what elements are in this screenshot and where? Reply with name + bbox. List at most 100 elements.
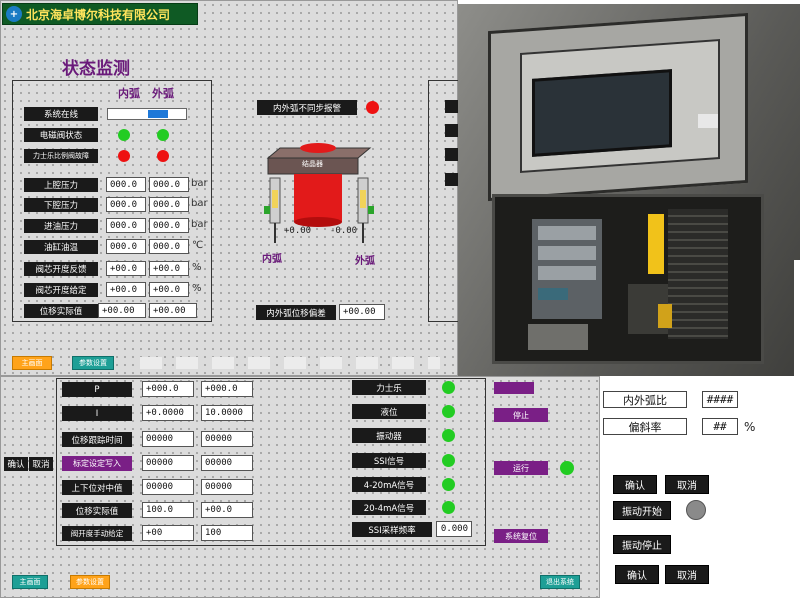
offset-label: 内外弧位移偏差 (256, 305, 336, 320)
ratio-label: 内外弧比 (603, 391, 687, 408)
hardware-photo (458, 4, 800, 376)
logo-icon: + (6, 6, 22, 22)
manual-valve-label: 阀开度手动给定 (62, 526, 132, 541)
signal-20-4-label: 20-4mA信号 (352, 500, 426, 515)
ssi-freq-value: 0.000 (436, 521, 472, 537)
footer-exit-button[interactable]: 退出系统 (540, 575, 580, 589)
main-screen-button[interactable]: 主画面 (12, 356, 52, 370)
vibration-start-button[interactable]: 振动开始 (613, 501, 671, 520)
valve-setpoint-outer: +00.0 (149, 282, 189, 297)
right-panel-frame (428, 80, 458, 322)
right-indicator-4 (445, 173, 458, 186)
oil-temp-inner: 000.0 (106, 239, 146, 254)
solenoid-outer-led (157, 129, 169, 141)
offset-value: +00.00 (339, 304, 385, 320)
valve-feedback-unit: % (192, 262, 202, 273)
mold-top-label: 结晶器 (302, 160, 323, 168)
signal-level-label: 液位 (352, 404, 426, 419)
footer-main-button[interactable]: 主画面 (12, 575, 48, 589)
signal-4-20-led (442, 478, 455, 491)
valve-fault-label: 力士乐比例阀故障 (24, 149, 98, 163)
signal-rexroth-label: 力士乐 (352, 380, 426, 395)
calibrate-value2[interactable]: 00000 (201, 455, 253, 471)
param-p-value2[interactable]: +000.0 (201, 381, 253, 397)
disp-actual-value1[interactable]: 100.0 (142, 502, 194, 518)
ratio-value[interactable]: #### (702, 391, 738, 408)
manual-valve-value2[interactable]: 100 (201, 525, 253, 541)
ssi-freq-label: SSI采样频率 (352, 522, 432, 537)
disp-actual-value2[interactable]: +00.0 (201, 502, 253, 518)
signal-ssi-led (442, 454, 455, 467)
valve-setpoint-label: 阀芯开度给定 (24, 283, 98, 297)
stop-button[interactable]: 停止 (494, 408, 548, 422)
footer-param-button[interactable]: 参数设置 (70, 575, 110, 589)
center-value-label: 上下位对中值 (62, 480, 132, 495)
displacement-outer: +00.00 (149, 303, 197, 318)
param-i-label: I (62, 406, 132, 421)
inlet-pressure-inner: 000.0 (106, 218, 146, 233)
param-confirm-button[interactable]: 确认 (4, 457, 28, 471)
lower-pressure-inner: 000.0 (106, 197, 146, 212)
upper-pressure-unit: bar (191, 178, 208, 189)
nav-placeholders (140, 357, 440, 369)
ratio-cancel2-button[interactable]: 取消 (665, 565, 709, 584)
sync-alarm-label: 内外弧不同步报警 (257, 100, 357, 115)
track-time-label: 位移跟踪时间 (62, 432, 132, 447)
valve-fault-inner-led (118, 150, 130, 162)
disp-actual-label: 位移实际值 (62, 503, 132, 518)
mold-diagram (264, 143, 374, 243)
company-header: + 北京海卓博尔科技有限公司 (2, 3, 198, 25)
solenoid-inner-led (118, 129, 130, 141)
right-indicator-3 (445, 148, 458, 161)
param-p-label: P (62, 382, 132, 397)
valve-setpoint-unit: % (192, 283, 202, 294)
center-value1[interactable]: 00000 (142, 479, 194, 495)
track-time-value1[interactable]: 00000 (142, 431, 194, 447)
center-value2[interactable]: 00000 (201, 479, 253, 495)
system-online-label: 系统在线 (24, 107, 98, 121)
signal-rexroth-led (442, 381, 455, 394)
vibration-stop-button[interactable]: 振动停止 (613, 535, 671, 554)
param-p-value1[interactable]: +000.0 (142, 381, 194, 397)
outer-reading: -0.00 (330, 226, 358, 236)
sync-alarm-led (366, 101, 379, 114)
calibrate-value1[interactable]: 00000 (142, 455, 194, 471)
inlet-pressure-unit: bar (191, 219, 208, 230)
param-settings-button[interactable]: 参数设置 (72, 356, 114, 370)
param-i-value1[interactable]: +0.0000 (142, 405, 194, 421)
skew-value[interactable]: ## (702, 418, 738, 435)
ratio-cancel-button[interactable]: 取消 (665, 475, 709, 494)
skew-unit: % (744, 420, 756, 434)
outer-arc-label: 外弧 (355, 256, 375, 267)
vibration-status-led (686, 500, 706, 520)
lower-pressure-outer: 000.0 (149, 197, 189, 212)
page-title: 状态监测 (62, 59, 130, 79)
signal-ssi-label: SSI信号 (352, 453, 426, 468)
track-time-value2[interactable]: 00000 (201, 431, 253, 447)
system-online-bar (107, 108, 187, 120)
param-cancel-button[interactable]: 取消 (29, 457, 53, 471)
run-led (560, 461, 574, 475)
param-i-value2[interactable]: 10.0000 (201, 405, 253, 421)
run-button[interactable]: 运行 (494, 461, 548, 475)
lower-pressure-label: 下腔压力 (24, 198, 98, 212)
displacement-label: 位移实际值 (24, 304, 98, 318)
signal-vibrator-label: 振动器 (352, 428, 426, 443)
system-reset-button[interactable]: 系统复位 (494, 529, 548, 543)
inner-arc-label: 内弧 (262, 254, 282, 265)
valve-feedback-inner: +00.0 (106, 261, 146, 276)
oil-temp-label: 油缸油温 (24, 240, 98, 254)
col-outer-label: 外弧 (152, 87, 174, 100)
valve-fault-outer-led (157, 150, 169, 162)
photo-gap (794, 260, 800, 380)
ratio-confirm-button[interactable]: 确认 (613, 475, 657, 494)
calibrate-write-button[interactable]: 标定设定写入 (62, 456, 132, 471)
oil-temp-outer: 000.0 (149, 239, 189, 254)
partial-btn-top[interactable] (494, 382, 534, 394)
company-name: 北京海卓博尔科技有限公司 (26, 7, 171, 22)
valve-feedback-outer: +00.0 (149, 261, 189, 276)
manual-valve-value1[interactable]: +00 (142, 525, 194, 541)
ratio-confirm2-button[interactable]: 确认 (615, 565, 659, 584)
solenoid-status-label: 电磁阀状态 (24, 128, 98, 142)
signal-level-led (442, 405, 455, 418)
